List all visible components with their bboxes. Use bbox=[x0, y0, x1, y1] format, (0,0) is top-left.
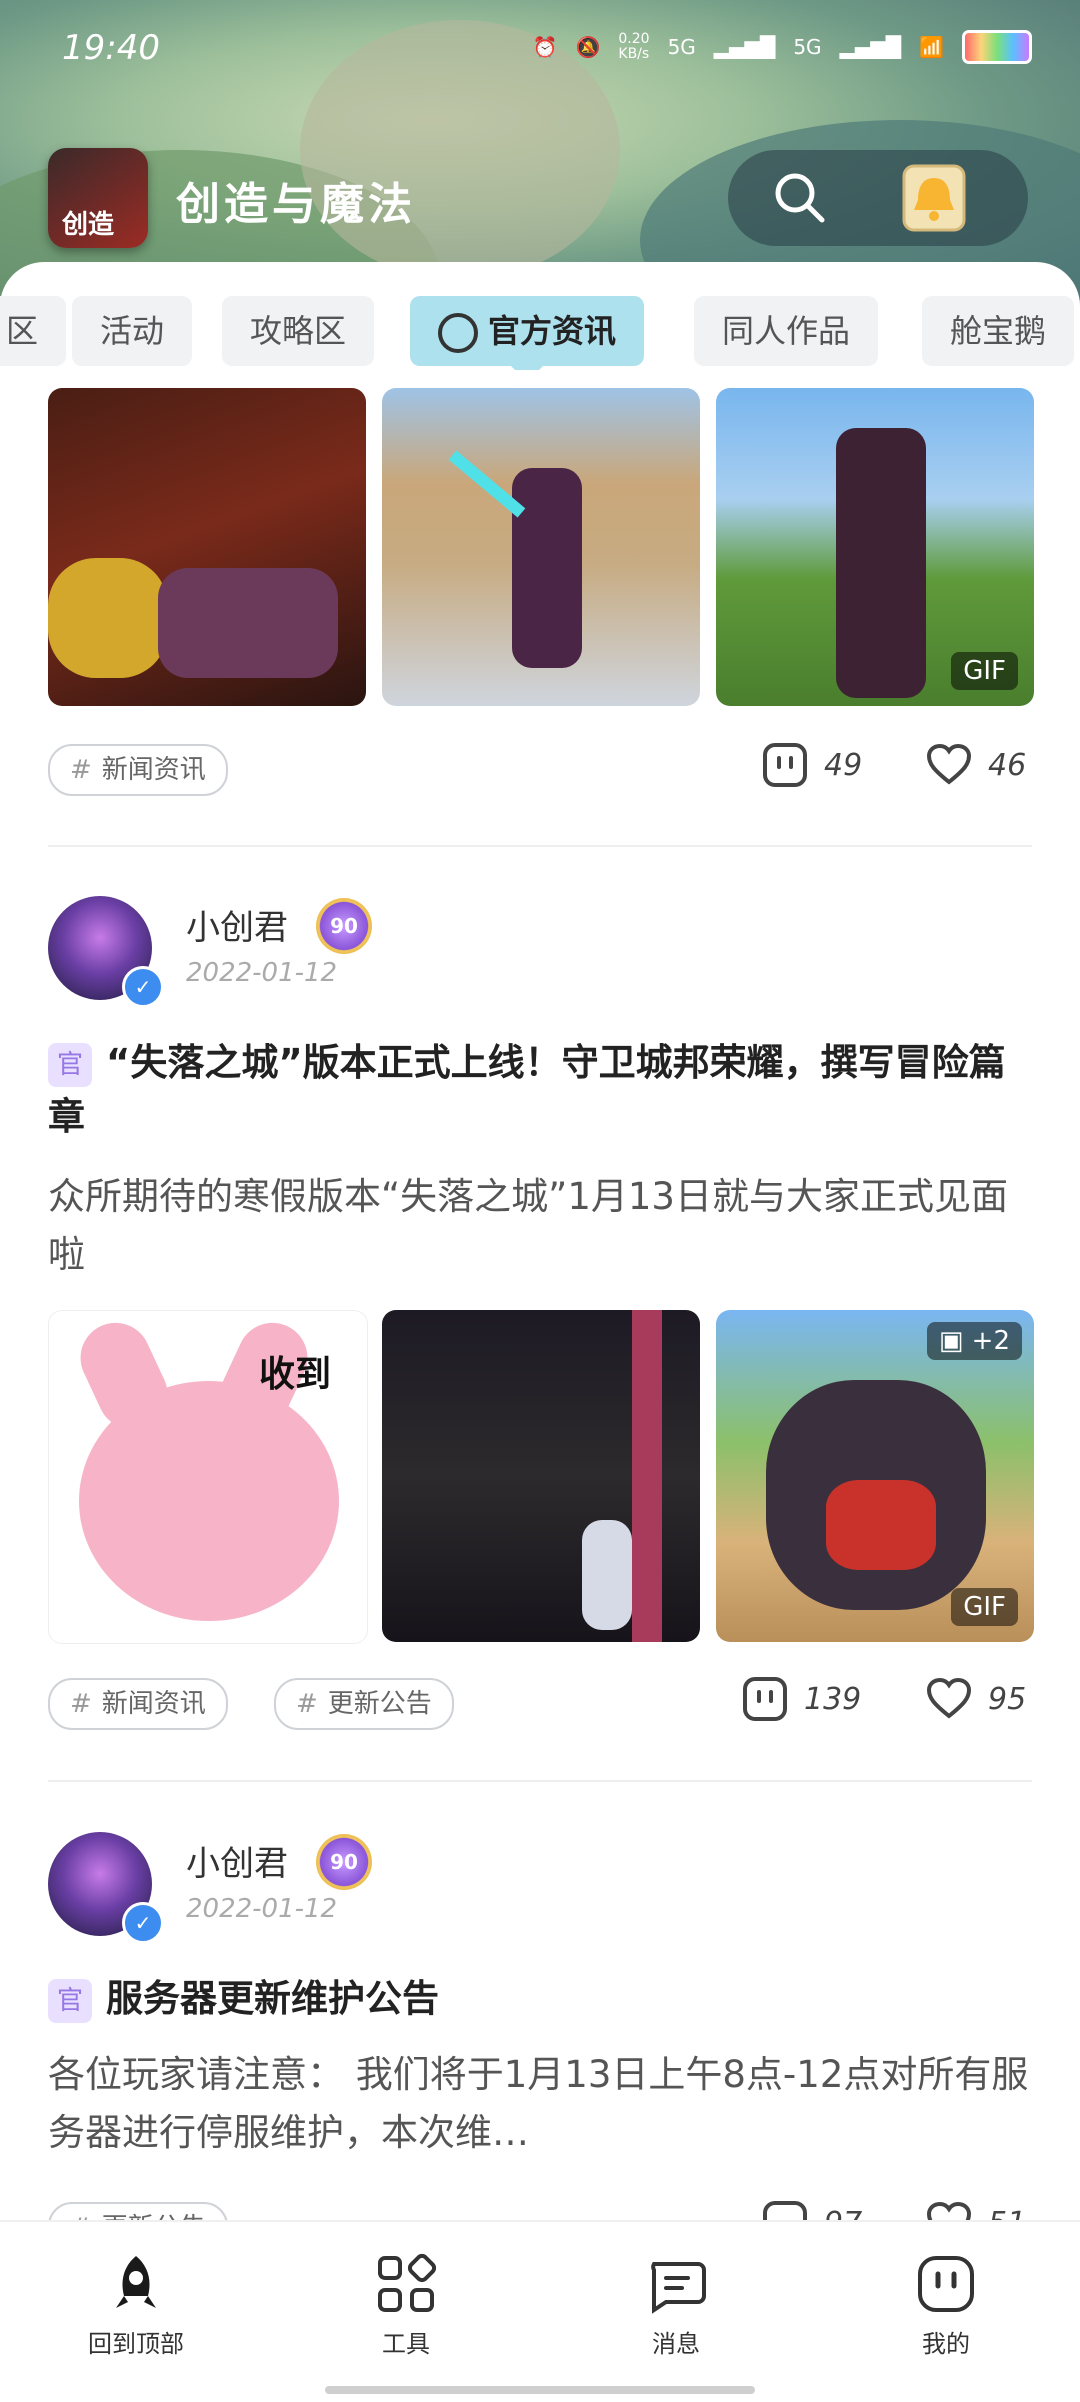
comment-count[interactable]: 139 bbox=[740, 1674, 861, 1724]
post-title[interactable]: 官 “失落之城”版本正式上线！守卫城邦荣耀，撰写冒险篇章 bbox=[48, 1036, 1038, 1144]
app-title: 创造与魔法 bbox=[176, 179, 416, 230]
post-image[interactable]: GIF bbox=[716, 388, 1034, 706]
battery-icon bbox=[962, 30, 1032, 64]
like-count[interactable]: 95 bbox=[924, 1674, 1026, 1724]
post-image[interactable]: 收到 bbox=[48, 1310, 368, 1644]
post-image[interactable] bbox=[48, 388, 366, 706]
gif-badge: GIF bbox=[951, 1588, 1018, 1626]
status-icons: ⏰ 🔕 0.20 KB/s 5G ▂▄▆█ 5G ▂▄▆█ 📶 bbox=[533, 30, 1032, 64]
post-date: 2022-01-12 bbox=[186, 1894, 338, 1924]
status-time: 19:40 bbox=[62, 28, 160, 68]
nav-label: 消息 bbox=[652, 2330, 700, 2358]
comment-count-value: 139 bbox=[804, 1681, 862, 1717]
heart-icon bbox=[926, 743, 972, 785]
signal-icon-2: ▂▄▆█ bbox=[839, 35, 902, 59]
post-image[interactable] bbox=[382, 1310, 700, 1642]
sticker-text: 收到 bbox=[259, 1354, 332, 1395]
image-icon: ▣ bbox=[938, 1326, 972, 1356]
like-count[interactable]: 46 bbox=[924, 740, 1026, 790]
topic-tag-label: 更新公告 bbox=[327, 1689, 432, 1719]
tab-official-news[interactable]: 官方资讯 bbox=[410, 296, 645, 370]
status-bar: 19:40 ⏰ 🔕 0.20 KB/s 5G ▂▄▆█ 5G ▂▄▆█ 📶 bbox=[0, 0, 1080, 100]
app-icon[interactable]: 创造 bbox=[48, 148, 148, 248]
rocket-icon bbox=[116, 2256, 156, 2308]
tab-official-news-label: 官方资讯 bbox=[488, 312, 617, 350]
heart-icon bbox=[926, 1677, 972, 1719]
signal-5g-label-2: 5G bbox=[793, 35, 822, 59]
level-badge: 90 bbox=[316, 1834, 372, 1890]
bottom-nav: 回到顶部 工具 消息 我的 bbox=[0, 2220, 1080, 2402]
verified-icon: ✓ bbox=[122, 1902, 164, 1944]
search-icon[interactable] bbox=[770, 168, 828, 226]
tab-activity[interactable]: 活动 bbox=[72, 296, 193, 366]
category-tabs: 区 活动 攻略区 官方资讯 同人作品 舱宝鹅 bbox=[0, 296, 1080, 370]
nav-label: 工具 bbox=[382, 2330, 430, 2358]
bell-icon[interactable] bbox=[890, 160, 978, 236]
signal-icon: ▂▄▆█ bbox=[713, 35, 776, 59]
official-badge: 官 bbox=[48, 1978, 92, 2023]
divider bbox=[48, 1780, 1032, 1782]
tab-area[interactable]: 区 bbox=[0, 296, 67, 366]
official-badge: 官 bbox=[48, 1042, 92, 1087]
app-icon-text: 创造 bbox=[62, 210, 115, 240]
gear-icon bbox=[438, 313, 478, 353]
home-indicator[interactable] bbox=[325, 2386, 755, 2394]
post-excerpt[interactable]: 各位玩家请注意： 我们将于1月13日上午8点-12点对所有服务器进行停服维护，本… bbox=[48, 2046, 1038, 2162]
verified-icon: ✓ bbox=[122, 966, 164, 1008]
topic-tag-label: 新闻资讯 bbox=[101, 1689, 206, 1719]
post-title-text: 服务器更新维护公告 bbox=[106, 1977, 439, 2020]
gif-badge: GIF bbox=[951, 652, 1018, 690]
comment-count[interactable]: 49 bbox=[760, 740, 862, 790]
topic-tag[interactable]: #更新公告 bbox=[274, 1678, 454, 1730]
more-images-badge[interactable]: ▣ +2 bbox=[926, 1322, 1022, 1360]
alarm-icon: ⏰ bbox=[532, 35, 558, 59]
topic-tag-label: 新闻资讯 bbox=[101, 755, 206, 785]
topic-tag[interactable]: # 新闻资讯 bbox=[48, 744, 228, 796]
comment-count-value: 49 bbox=[824, 747, 863, 783]
nav-messages[interactable]: 消息 bbox=[606, 2252, 746, 2359]
comment-icon bbox=[743, 1677, 787, 1721]
like-count-value: 95 bbox=[988, 1681, 1027, 1717]
nav-tools[interactable]: 工具 bbox=[336, 2252, 476, 2359]
post-image[interactable]: ▣ +2 GIF bbox=[716, 1310, 1034, 1642]
divider bbox=[48, 845, 1032, 847]
post-title-text: “失落之城”版本正式上线！守卫城邦荣耀，撰写冒险篇章 bbox=[48, 1041, 1006, 1138]
level-badge: 90 bbox=[316, 898, 372, 954]
post-title[interactable]: 官服务器更新维护公告 bbox=[48, 1972, 1038, 2026]
author-name[interactable]: 小创君 bbox=[186, 1836, 288, 1885]
topic-tag[interactable]: # 新闻资讯 bbox=[48, 1678, 228, 1730]
nav-label: 我的 bbox=[922, 2330, 970, 2358]
tab-guide[interactable]: 攻略区 bbox=[222, 296, 375, 366]
nav-label: 回到顶部 bbox=[88, 2330, 184, 2358]
post-image[interactable] bbox=[382, 388, 700, 706]
nav-mine[interactable]: 我的 bbox=[876, 2252, 1016, 2359]
profile-icon bbox=[918, 2256, 974, 2312]
tab-more[interactable]: 舱宝鹅 bbox=[922, 296, 1075, 366]
signal-5g-label-1: 5G bbox=[667, 35, 696, 59]
post-excerpt[interactable]: 众所期待的寒假版本“失落之城”1月13日就与大家正式见面啦 bbox=[48, 1168, 1038, 1284]
grid-icon bbox=[378, 2253, 437, 2312]
mute-icon: 🔕 bbox=[575, 35, 601, 59]
more-images-count: +2 bbox=[971, 1326, 1010, 1356]
like-count-value: 46 bbox=[988, 747, 1027, 783]
tab-fan-works[interactable]: 同人作品 bbox=[694, 296, 879, 366]
message-icon bbox=[651, 2262, 706, 2314]
nav-back-to-top[interactable]: 回到顶部 bbox=[66, 2252, 206, 2359]
comment-icon bbox=[763, 743, 807, 787]
net-speed: 0.20 KB/s bbox=[618, 31, 650, 62]
author-name[interactable]: 小创君 bbox=[186, 900, 288, 949]
post-date: 2022-01-12 bbox=[186, 958, 338, 988]
wifi-icon: 📶 bbox=[919, 35, 944, 59]
